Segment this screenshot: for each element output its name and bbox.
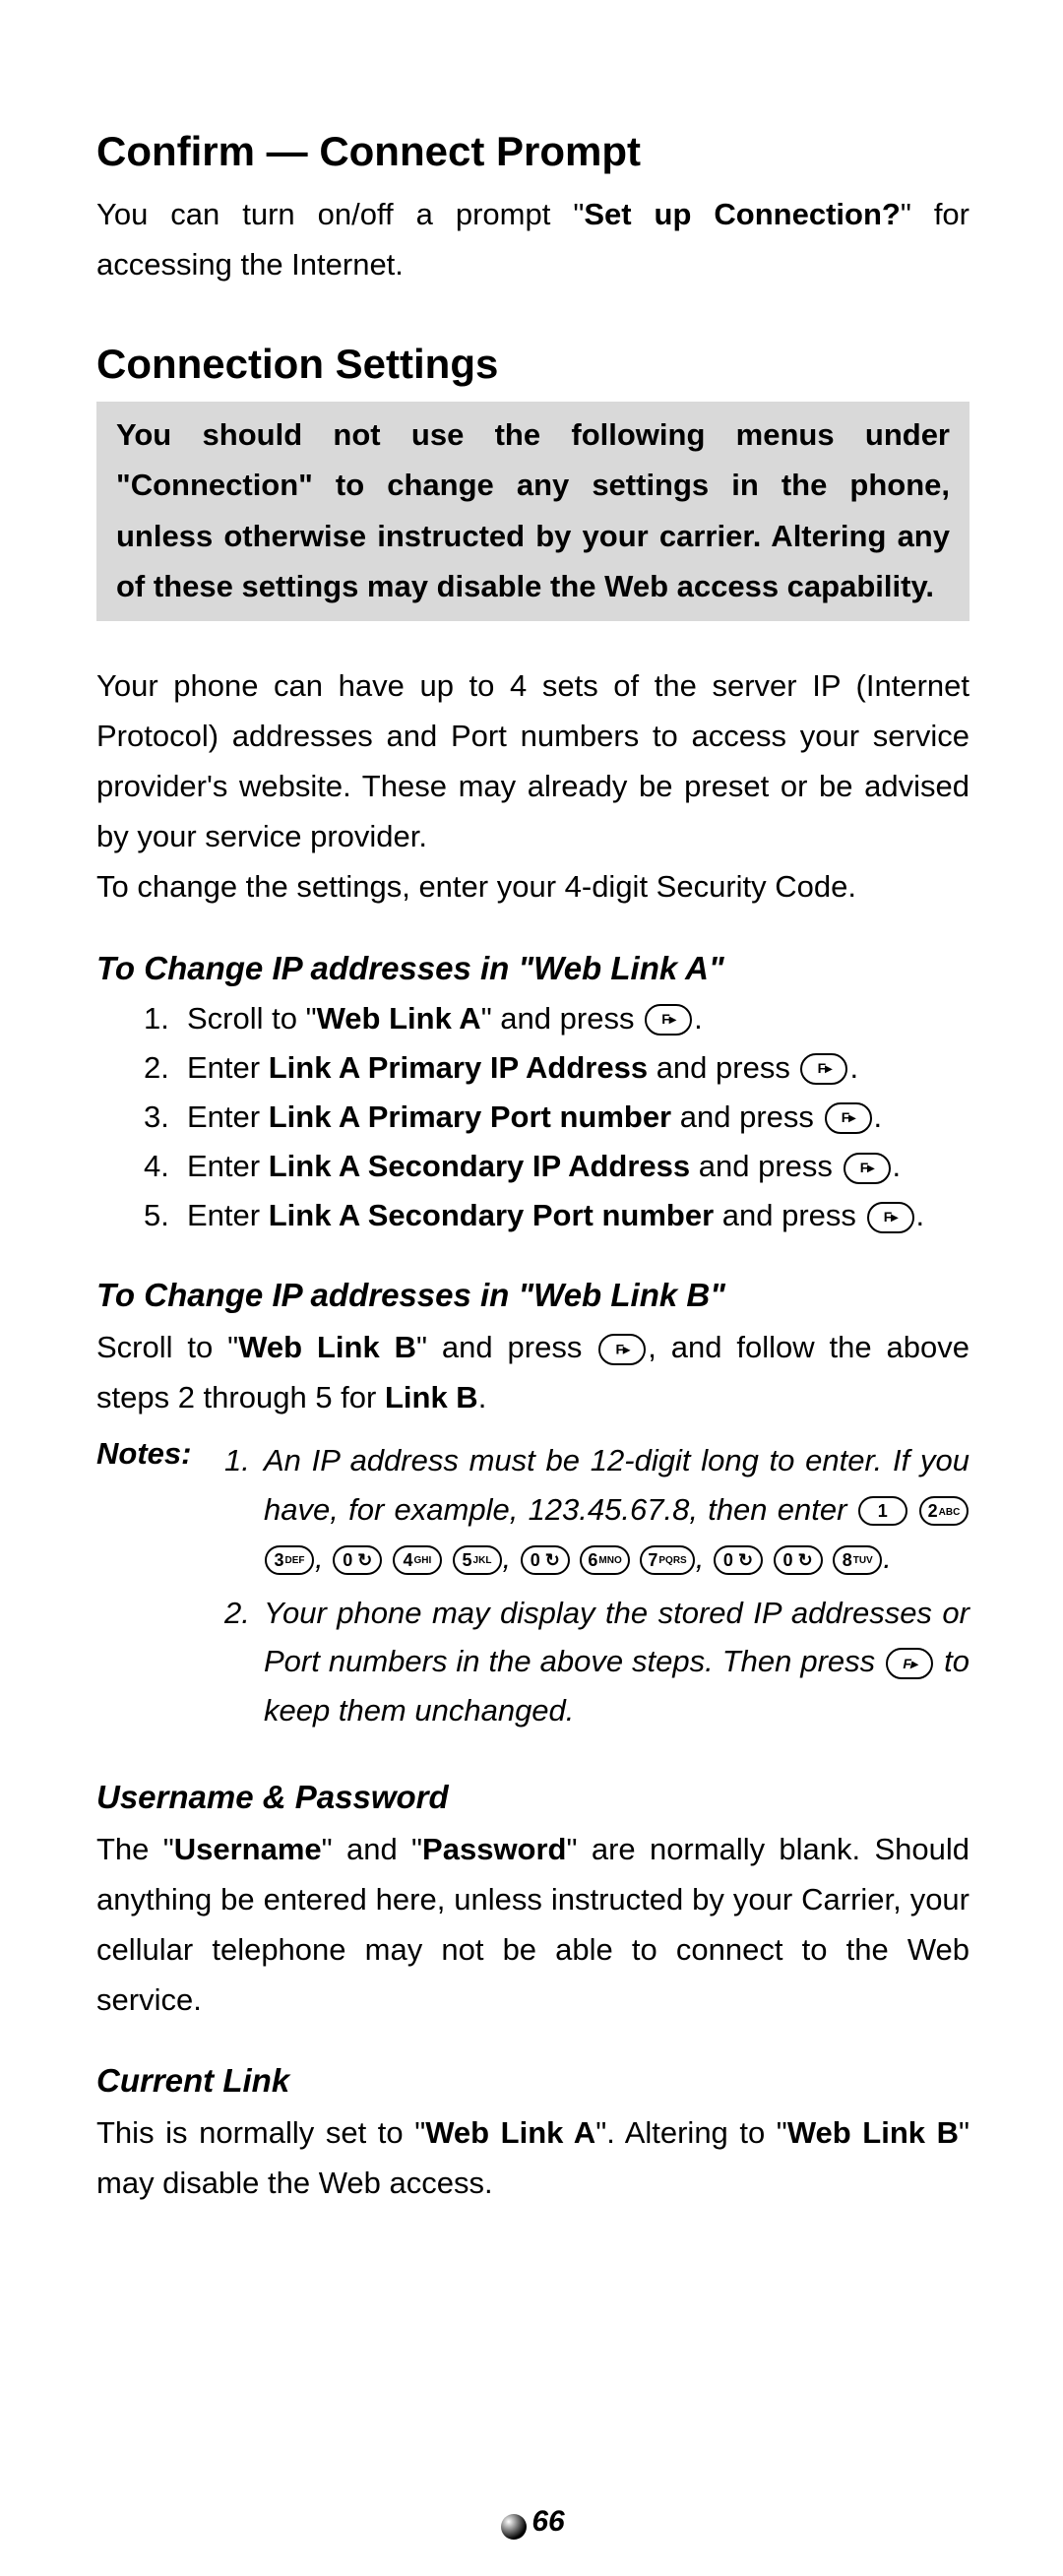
step-item: Enter Link A Primary IP Address and pres… <box>96 1044 969 1092</box>
subheading-current-link: Current Link <box>96 2062 969 2100</box>
note-body: An IP address must be 12-digit long to e… <box>264 1436 969 1583</box>
f-key-icon <box>645 1004 692 1036</box>
key-1: 1 <box>858 1496 907 1526</box>
page-footer: 66 <box>0 2505 1063 2543</box>
text-bold: Link A Secondary IP Address <box>269 1149 690 1183</box>
text: Enter <box>187 1149 269 1183</box>
key-5: 5JKL <box>453 1545 502 1575</box>
key-0: 0 ↻ <box>521 1545 570 1575</box>
step-item: Scroll to "Web Link A" and press . <box>96 995 969 1042</box>
text-bold: Link A Primary IP Address <box>269 1050 648 1085</box>
paragraph-current-link: This is normally set to "Web Link A". Al… <box>96 2107 969 2208</box>
text: The " <box>96 1832 174 1866</box>
page-decor-icon <box>498 2511 530 2543</box>
key-0: 0 ↻ <box>714 1545 763 1575</box>
text: , <box>315 1540 324 1575</box>
page-number: 66 <box>532 2505 564 2538</box>
text: Enter <box>187 1050 269 1085</box>
f-key-icon <box>598 1334 646 1365</box>
f-key-icon <box>800 1053 847 1085</box>
heading-connection-settings: Connection Settings <box>96 341 969 388</box>
subheading-weblink-a: To Change IP addresses in "Web Link A" <box>96 950 969 987</box>
text: Scroll to " <box>187 1001 317 1036</box>
notes-label: Notes: <box>96 1436 224 1741</box>
note-number: 1. <box>224 1436 264 1583</box>
text: , <box>503 1540 512 1575</box>
f-key-icon <box>825 1102 872 1134</box>
step-item: Enter Link A Secondary Port number and p… <box>96 1192 969 1239</box>
key-2: 2ABC <box>919 1496 969 1526</box>
key-4: 4GHI <box>393 1545 442 1575</box>
key-7: 7PQRS <box>640 1545 694 1575</box>
warning-box: You should not use the following menus u… <box>96 402 969 621</box>
key-0: 0 ↻ <box>333 1545 382 1575</box>
note-item: 1. An IP address must be 12-digit long t… <box>224 1436 969 1583</box>
key-6: 6MNO <box>580 1545 629 1575</box>
subheading-username-password: Username & Password <box>96 1779 969 1816</box>
text-bold: Link A Secondary Port number <box>269 1198 714 1232</box>
text: . <box>478 1380 487 1414</box>
heading-confirm-connect: Confirm — Connect Prompt <box>96 128 969 175</box>
text-bold: Password <box>422 1832 566 1866</box>
f-key-icon <box>844 1153 891 1184</box>
f-key-icon <box>867 1202 914 1233</box>
text: Scroll to " <box>96 1330 238 1364</box>
text: and press <box>714 1198 864 1232</box>
paragraph-weblink-b: Scroll to "Web Link B" and press , and f… <box>96 1322 969 1422</box>
text: . <box>883 1540 892 1575</box>
intro-paragraph: You can turn on/off a prompt "Set up Con… <box>96 189 969 289</box>
text-bold: Set up Connection? <box>584 197 901 231</box>
text: " and press <box>416 1330 596 1364</box>
text: and press <box>648 1050 798 1085</box>
paragraph-ip-sets: Your phone can have up to 4 sets of the … <box>96 660 969 862</box>
key-3: 3DEF <box>265 1545 314 1575</box>
note-item: 2. Your phone may display the stored IP … <box>224 1589 969 1735</box>
text: and press <box>671 1100 822 1134</box>
text: Your phone may display the stored IP add… <box>264 1596 969 1679</box>
text: Enter <box>187 1100 269 1134</box>
paragraph-security-code: To change the settings, enter your 4-dig… <box>96 861 969 911</box>
f-key-icon <box>886 1648 933 1679</box>
step-item: Enter Link A Secondary IP Address and pr… <box>96 1143 969 1190</box>
step-item: Enter Link A Primary Port number and pre… <box>96 1094 969 1141</box>
notes-list: 1. An IP address must be 12-digit long t… <box>224 1436 969 1741</box>
text: Enter <box>187 1198 269 1232</box>
text-bold: Web Link B <box>238 1330 416 1364</box>
text-bold: Web Link A <box>317 1001 481 1036</box>
note-body: Your phone may display the stored IP add… <box>264 1589 969 1735</box>
key-0: 0 ↻ <box>774 1545 823 1575</box>
subheading-weblink-b: To Change IP addresses in "Web Link B" <box>96 1277 969 1314</box>
text: This is normally set to " <box>96 2115 425 2150</box>
text: " and " <box>322 1832 422 1866</box>
text: and press <box>690 1149 841 1183</box>
text: You can turn on/off a prompt " <box>96 197 584 231</box>
steps-weblink-a: Scroll to "Web Link A" and press . Enter… <box>96 995 969 1239</box>
text-bold: Web Link A <box>425 2115 595 2150</box>
key-8: 8TUV <box>833 1545 882 1575</box>
text-bold: Web Link B <box>787 2115 959 2150</box>
note-number: 2. <box>224 1589 264 1735</box>
text-bold: Username <box>174 1832 322 1866</box>
text: , <box>696 1540 705 1575</box>
notes-block: Notes: 1. An IP address must be 12-digit… <box>96 1436 969 1741</box>
text-bold: Link A Primary Port number <box>269 1100 671 1134</box>
paragraph-username-password: The "Username" and "Password" are normal… <box>96 1824 969 2026</box>
text-bold: Link B <box>385 1380 478 1414</box>
text: " and press <box>481 1001 643 1036</box>
text: ". Altering to " <box>595 2115 787 2150</box>
